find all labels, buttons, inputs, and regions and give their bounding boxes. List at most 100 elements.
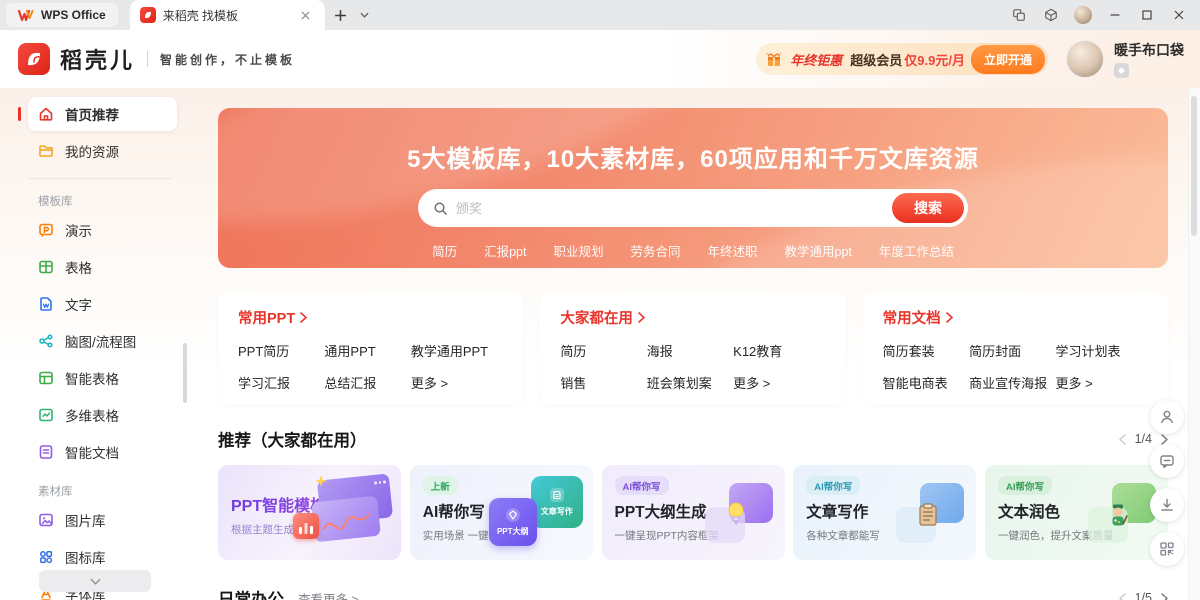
tab-close-icon[interactable] <box>297 6 315 24</box>
minimize-button[interactable] <box>1100 2 1130 28</box>
profile-float-button[interactable] <box>1150 400 1184 434</box>
daily-title: 日常办公 <box>218 586 284 600</box>
wps-home-button[interactable]: WPS Office <box>6 3 118 27</box>
tab-docer[interactable]: 来稻壳 找模板 <box>130 0 325 30</box>
panel-link[interactable]: 销售 <box>560 373 640 392</box>
panel-common-ppt: 常用PPT PPT简历 通用PPT 教学通用PPT 学习汇报 总结汇报 更多 > <box>218 292 523 405</box>
panel-links: PPT简历 通用PPT 教学通用PPT 学习汇报 总结汇报 更多 > <box>238 341 503 392</box>
sidebar-item-writer[interactable]: 文字 <box>28 287 177 321</box>
panel-title-row[interactable]: 常用PPT <box>238 307 503 328</box>
qr-code-icon <box>1159 541 1175 557</box>
hot-search-tags: 简历 汇报ppt 职业规划 劳务合同 年终述职 教学通用ppt 年度工作总结 <box>218 241 1168 260</box>
sidebar-section-assets: 素材库 <box>38 483 190 499</box>
user-account[interactable]: 暖手布口袋 ◆ <box>1066 40 1184 78</box>
hot-tag[interactable]: 年度工作总结 <box>879 241 954 260</box>
recommend-title: 推荐（大家都在用） <box>218 427 367 451</box>
panel-link[interactable]: 学习计划表 <box>1055 341 1147 360</box>
maximize-button[interactable] <box>1132 2 1162 28</box>
panel-title: 大家都在用 <box>560 307 633 328</box>
integration-cube-icon[interactable] <box>1036 2 1066 28</box>
panel-title-row[interactable]: 大家都在用 <box>560 307 825 328</box>
sparkle-icon <box>315 475 327 487</box>
painter-icon <box>1108 503 1128 527</box>
panel-link[interactable]: 班会策划案 <box>647 373 727 392</box>
card-text-polish[interactable]: AI帮你写 文本润色 一键润色，提升文案质量 <box>985 465 1168 560</box>
hot-tag[interactable]: 汇报ppt <box>484 241 526 260</box>
smart-table-icon <box>38 370 54 386</box>
panel-link[interactable]: 商业宣传海报 <box>969 373 1049 392</box>
app-header: 稻壳儿 智能创作，不止模板 年终钜惠 超级会员 仅9.9元/月 立即开通 暖手布… <box>0 30 1200 88</box>
card-badge: AI帮你写 <box>998 476 1052 495</box>
panel-link[interactable]: 教学通用PPT <box>411 341 503 360</box>
user-name: 暖手布口袋 <box>1114 40 1184 60</box>
panel-link[interactable]: 简历套装 <box>883 341 963 360</box>
titlebar-avatar[interactable] <box>1068 2 1098 28</box>
sidebar-item-home-recommend[interactable]: 首页推荐 <box>28 97 177 131</box>
hot-tag[interactable]: 简历 <box>432 241 457 260</box>
close-button[interactable] <box>1164 2 1194 28</box>
card-ppt-outline-generate[interactable]: AI帮你写 PPT大纲生成 一键呈现PPT内容框架 <box>602 465 785 560</box>
panel-link-more[interactable]: 更多 > <box>1055 373 1147 392</box>
panel-link[interactable]: 学习汇报 <box>238 373 318 392</box>
sidebar-item-smart-doc[interactable]: 智能文档 <box>28 435 177 469</box>
workspace-layout-icon[interactable] <box>1004 2 1034 28</box>
sidebar-item-image-library[interactable]: 图片库 <box>28 503 177 537</box>
main-scrollbar-track[interactable] <box>1188 88 1200 600</box>
panel-link[interactable]: 智能电商表 <box>883 373 963 392</box>
next-page-icon[interactable] <box>1161 593 1168 600</box>
mindmap-icon <box>38 333 54 349</box>
panel-link[interactable]: 简历 <box>560 341 640 360</box>
sidebar-item-presentation[interactable]: 演示 <box>28 213 177 247</box>
hot-tag[interactable]: 劳务合同 <box>630 241 680 260</box>
card-ai-write[interactable]: 上新 AI帮你写 实用场景 一键生成 文章写作 PPT大纲 <box>410 465 593 560</box>
sidebar-item-icon-library[interactable]: 图标库 <box>28 540 177 574</box>
daily-page-indicator: 1/5 <box>1135 591 1152 600</box>
tile-ppt-outline: PPT大纲 <box>489 498 537 546</box>
brand-name: 稻壳儿 <box>60 43 135 75</box>
panel-link[interactable]: 总结汇报 <box>324 373 404 392</box>
main-scrollbar-thumb[interactable] <box>1191 96 1197 236</box>
panel-link[interactable]: K12教育 <box>733 341 825 360</box>
sidebar-item-multidim-sheet[interactable]: 多维表格 <box>28 398 177 432</box>
panel-title-row[interactable]: 常用文档 <box>883 307 1148 328</box>
header-divider <box>147 51 148 67</box>
sidebar-item-label: 脑图/流程图 <box>65 331 136 351</box>
new-tab-button[interactable] <box>329 3 353 27</box>
clipboard-icon <box>918 503 938 527</box>
prev-page-icon[interactable] <box>1119 434 1126 445</box>
sidebar-collapse-button[interactable] <box>39 570 151 592</box>
download-float-button[interactable] <box>1150 488 1184 522</box>
user-avatar[interactable] <box>1066 40 1104 78</box>
promo-price: 仅9.9元/月 <box>904 50 965 69</box>
panel-link[interactable]: 海报 <box>647 341 727 360</box>
card-ppt-smart-template[interactable]: PPT智能模板 根据主题生成模版 <box>218 465 401 560</box>
panel-link-more[interactable]: 更多 > <box>411 373 503 392</box>
panel-link[interactable]: 简历封面 <box>969 341 1049 360</box>
doc-badge-icon <box>549 487 565 503</box>
card-article-writing[interactable]: AI帮你写 文章写作 各种文章都能写 <box>793 465 976 560</box>
sidebar-item-label: 图标库 <box>65 547 106 567</box>
sidebar-item-smart-sheet[interactable]: 智能表格 <box>28 361 177 395</box>
sidebar-item-my-resources[interactable]: 我的资源 <box>28 134 177 168</box>
daily-see-more[interactable]: 查看更多 > <box>298 589 359 600</box>
tab-list-dropdown[interactable] <box>357 3 373 27</box>
hot-tag[interactable]: 职业规划 <box>553 241 603 260</box>
promo-member-text: 超级会员 <box>850 50 902 69</box>
hot-tag[interactable]: 教学通用ppt <box>785 241 852 260</box>
search-input[interactable] <box>456 201 892 216</box>
panel-link-more[interactable]: 更多 > <box>733 373 825 392</box>
hot-tag[interactable]: 年终述职 <box>708 241 758 260</box>
activate-membership-button[interactable]: 立即开通 <box>971 45 1045 74</box>
member-promo-banner[interactable]: 年终钜惠 超级会员 仅9.9元/月 立即开通 <box>756 43 1048 75</box>
card-badge: AI帮你写 <box>806 476 860 495</box>
panel-link[interactable]: PPT简历 <box>238 341 318 360</box>
feedback-float-button[interactable] <box>1150 444 1184 478</box>
panel-link[interactable]: 通用PPT <box>324 341 404 360</box>
sidebar-scrollbar-thumb[interactable] <box>183 343 187 403</box>
search-button[interactable]: 搜索 <box>892 193 964 223</box>
qr-code-float-button[interactable] <box>1150 532 1184 566</box>
lightbulb-icon <box>727 501 745 527</box>
sidebar-item-spreadsheet[interactable]: 表格 <box>28 250 177 284</box>
prev-page-icon[interactable] <box>1119 593 1126 600</box>
sidebar-item-mindmap[interactable]: 脑图/流程图 <box>28 324 177 358</box>
